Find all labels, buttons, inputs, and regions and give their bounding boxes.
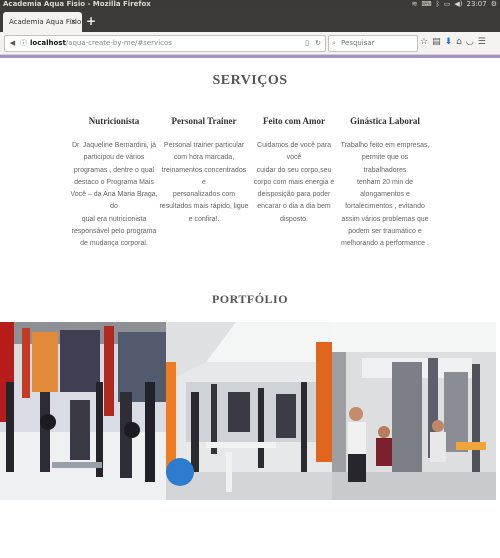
page-content: SERVIÇOS Nutricionista Dr. Jaqueline Ber…: [0, 58, 500, 500]
navigation-toolbar: ◀ ⓘ localhost/aqua-create-by-me/#servico…: [0, 32, 500, 55]
gym-photo-2: [166, 322, 332, 500]
toolbar-icons: ☆ ▤ ⬇ ⌂ ◡ ☰: [420, 35, 486, 50]
desc-line: resultados mais rápido, ligue: [159, 203, 249, 211]
wifi-icon[interactable]: ≋: [412, 0, 418, 9]
gym-photo-1: [0, 322, 166, 500]
service-title: Personal Trainer: [171, 116, 237, 126]
desc-line: permite que os trabalhadores: [361, 154, 409, 174]
menu-icon[interactable]: ☰: [478, 35, 486, 50]
desc-line: com hora marcada,: [173, 154, 235, 162]
service-description: Dr. Jaqueline Bernardini, já participou …: [69, 140, 159, 251]
portfolio-gallery: [0, 322, 500, 500]
desc-line: corpo com mais energia e: [253, 178, 335, 186]
bluetooth-icon[interactable]: ᛒ: [436, 0, 440, 9]
service-ginastica-laboral: Ginástica Laboral Trabalho feito em empr…: [340, 116, 430, 251]
address-bar[interactable]: ◀ ⓘ localhost/aqua-create-by-me/#servico…: [4, 35, 326, 52]
service-personal-trainer: Personal Trainer Personal trainer partic…: [159, 116, 249, 226]
portfolio-photo-3[interactable]: [332, 322, 496, 500]
desc-line: deisposição para poder: [257, 191, 331, 199]
desc-line: Cuidamos de você para você: [257, 142, 331, 162]
desc-line: fortalecimentos , evitando: [345, 203, 425, 211]
desc-line: disposto.: [279, 215, 309, 223]
desc-line: Você – da Ana Maria Braga, do: [70, 191, 158, 211]
desc-line: melhorando a performance .: [341, 240, 429, 248]
search-box[interactable]: ⌕: [328, 35, 418, 52]
desc-line: tenham 20 min de: [356, 178, 414, 186]
gym-photo-3: [332, 322, 496, 500]
pocket-icon[interactable]: ◡: [466, 35, 474, 50]
url-text[interactable]: localhost/aqua-create-by-me/#servicos: [30, 36, 172, 51]
portfolio-heading: PORTFÓLIO: [211, 292, 289, 306]
url-path: /aqua-create-by-me/#servicos: [65, 39, 172, 47]
keyboard-icon[interactable]: ⌨: [421, 0, 431, 9]
reload-icon[interactable]: ↻: [315, 36, 321, 51]
desc-line: cuidar do seu corpo,seu: [256, 166, 332, 174]
clipboard-icon[interactable]: ▤: [432, 35, 441, 50]
desc-line: personalizados com: [172, 191, 236, 199]
services-heading: SERVIÇOS: [212, 73, 288, 88]
desc-line: programas , dentre o qual: [73, 166, 155, 174]
clock[interactable]: 23:07: [467, 0, 487, 9]
service-title: Feito com Amor: [263, 116, 325, 126]
system-top-bar: Academia Aqua Fisio - Mozilla Firefox ≋ …: [0, 0, 500, 9]
page-scrollbar[interactable]: [496, 116, 500, 558]
desc-line: responsável pelo programa: [71, 228, 157, 236]
service-nutricionista: Nutricionista Dr. Jaqueline Bernardini, …: [69, 116, 159, 251]
system-tray: ≋ ⌨ ᛒ ▭ ◀) 23:07 ⚙: [412, 0, 497, 9]
search-input[interactable]: [341, 37, 411, 49]
desc-line: podem ser traumático e: [348, 228, 422, 236]
desc-line: Personal trainer particular: [163, 142, 245, 149]
battery-icon[interactable]: ▭: [444, 0, 451, 9]
portfolio-photo-1[interactable]: [0, 322, 166, 500]
desc-line: Trabalho feito em empresas,: [340, 142, 430, 149]
desc-line: Dr. Jaqueline Bernardini, já: [71, 142, 157, 149]
service-title: Nutricionista: [88, 116, 140, 126]
volume-icon[interactable]: ◀): [454, 0, 462, 9]
service-description: Trabalho feito em empresas, permite que …: [340, 140, 430, 251]
desc-line: alongamentos e: [360, 191, 410, 199]
download-icon[interactable]: ⬇: [445, 35, 453, 50]
close-tab-icon[interactable]: ×: [70, 12, 77, 32]
url-host: localhost: [30, 39, 66, 47]
settings-gear-icon[interactable]: ⚙: [491, 0, 497, 9]
home-icon[interactable]: ⌂: [456, 35, 462, 50]
service-description: Cuidamos de você para você cuidar do seu…: [249, 140, 339, 226]
desc-line: qual era nutricionista: [81, 215, 147, 223]
service-title: Ginástica Laboral: [350, 116, 420, 126]
reader-view-icon[interactable]: ▯: [305, 36, 309, 51]
page-info-icon[interactable]: ⓘ: [20, 36, 27, 51]
portfolio-photo-2[interactable]: [166, 322, 332, 500]
tab-bar: Academia Aqua Fisio × +: [0, 9, 500, 32]
desc-line: assim vários problemas que: [341, 215, 429, 223]
desc-line: de mudança corporal.: [80, 240, 148, 248]
desc-line: e confira!.: [188, 215, 220, 223]
tab-academia[interactable]: Academia Aqua Fisio ×: [3, 12, 82, 32]
desc-line: destaco o Programa Mais: [74, 178, 154, 186]
back-arrow-icon[interactable]: ◀: [7, 36, 18, 51]
desc-line: treinamentos concentrados e: [161, 166, 247, 186]
new-tab-plus-icon[interactable]: +: [86, 14, 96, 28]
service-feito-com-amor: Feito com Amor Cuidamos de você para voc…: [249, 116, 339, 226]
bookmark-star-icon[interactable]: ☆: [420, 35, 428, 50]
desc-line: participou de vários: [83, 154, 145, 162]
search-icon: ⌕: [332, 39, 336, 47]
service-description: Personal trainer particular com hora mar…: [159, 140, 249, 226]
desc-line: encarar o dia a dia bem: [257, 203, 331, 211]
window-title: Academia Aqua Fisio - Mozilla Firefox: [3, 0, 151, 8]
